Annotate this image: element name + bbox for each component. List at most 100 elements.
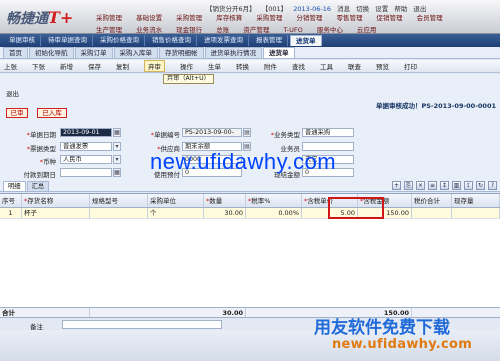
tab-purchase-price[interactable]: 采购价格查询 (95, 35, 145, 46)
new-button[interactable]: 新增 (60, 61, 73, 71)
subtab-init-nav[interactable]: 初始化导航 (29, 47, 74, 58)
subtab-receipt[interactable]: 进货单 (263, 47, 295, 58)
unaudit-button[interactable]: 弃审 (144, 60, 165, 72)
doc-no-lookup-icon[interactable]: ▤ (243, 128, 251, 137)
find-button[interactable]: 查找 (292, 61, 305, 71)
tab-report-manage[interactable]: 报表管理 (251, 35, 288, 46)
calendar-icon[interactable]: ▦ (113, 168, 121, 177)
exit-link[interactable]: 退出 (6, 88, 19, 98)
menu-item[interactable]: 库存核算 (216, 12, 242, 22)
export-icon[interactable]: ⇪ (464, 181, 473, 190)
subtab-receipt-status[interactable]: 进货单执行情况 (204, 47, 262, 58)
watermark-text: new.ufidawhy.com (150, 149, 337, 174)
preview-button[interactable]: 预览 (376, 61, 389, 71)
menu-item[interactable]: 业务流水 (136, 24, 162, 34)
convert-button[interactable]: 转换 (236, 61, 249, 71)
attachment-button[interactable]: 附件 (264, 61, 277, 71)
totals-label: 合计 (0, 308, 90, 317)
menu-item[interactable]: 基础设置 (136, 12, 162, 22)
col-header-qty[interactable]: 数量 (204, 194, 246, 207)
menu-item[interactable]: 生产管理 (96, 24, 122, 34)
doc-date-input[interactable]: 2013-09-01 (60, 128, 112, 137)
cell-item-name[interactable]: 杯子 (22, 208, 90, 218)
tab-detail[interactable]: 明细 (3, 181, 26, 191)
col-header-total[interactable]: 税价合计 (412, 194, 452, 207)
copy-button[interactable]: 复制 (116, 61, 129, 71)
currency-select[interactable]: 人民币 (60, 155, 112, 164)
col-header-item-name[interactable]: 存货名称 (22, 194, 90, 207)
operate-button[interactable]: 操作 (180, 61, 193, 71)
detail-grid: 序号 存货名称 规格型号 采购单位 数量 税率% 含税单价 含税金额 税价合计 … (0, 193, 500, 309)
grid-toolbar: + ⎘ × ≡ ↕ ▥ ⇪ ↻ ? (392, 181, 497, 191)
cell-spec[interactable] (90, 208, 148, 218)
tab-input-invoice[interactable]: 进项发票查询 (199, 35, 249, 46)
tab-summary[interactable]: 汇总 (26, 181, 50, 191)
invoice-type-select[interactable]: 普通发票 (60, 142, 112, 151)
menu-item[interactable]: 促销管理 (377, 12, 403, 22)
menu-item[interactable]: 云应用 (357, 24, 377, 34)
menu-item[interactable]: T-UFO (283, 26, 302, 34)
col-header-spec[interactable]: 规格型号 (90, 194, 148, 207)
save-button[interactable]: 保存 (88, 61, 101, 71)
due-date-label: 付款到期日 (23, 171, 57, 179)
col-header-stock[interactable]: 现存量 (452, 194, 500, 207)
cell-total[interactable] (412, 208, 452, 218)
tab-purchase-receipt[interactable]: 进货单 (290, 35, 322, 46)
chevron-down-icon[interactable]: ▾ (113, 155, 121, 164)
menu-item[interactable]: 总账 (216, 24, 229, 34)
main-tab-bar: 单据审核 待审单据查询 采购价格查询 销售价格查询 进项发票查询 报表管理 进货… (0, 34, 500, 47)
due-date-input[interactable] (60, 168, 112, 177)
link-query-button[interactable]: 联查 (348, 61, 361, 71)
doc-no-input[interactable]: PS-2013-09-00- (182, 128, 242, 137)
chevron-down-icon[interactable]: ▾ (113, 142, 121, 151)
stocked-stamp: 已入库 (37, 108, 67, 118)
menu-item[interactable]: 会员管理 (417, 12, 443, 22)
menu-item[interactable]: 分销管理 (296, 12, 322, 22)
batch-icon[interactable]: ≡ (428, 181, 437, 190)
subtab-purchase-order[interactable]: 采购订单 (74, 47, 113, 58)
totals-qty: 30.00 (204, 308, 246, 317)
menu-item[interactable]: 采购管理 (256, 12, 282, 22)
module-menu-row2: 生产管理 业务流水 现金银行 总账 资产管理 T-UFO 服务中心 云应用 (96, 24, 388, 34)
column-settings-icon[interactable]: ▥ (452, 181, 461, 190)
calendar-icon[interactable]: ▦ (113, 128, 121, 137)
print-button[interactable]: 打印 (404, 61, 417, 71)
subtab-home[interactable]: 首页 (3, 47, 28, 58)
col-header-unit[interactable]: 采购单位 (148, 194, 204, 207)
tab-doc-audit[interactable]: 单据审核 (4, 35, 41, 46)
cell-stock[interactable] (452, 208, 500, 218)
menu-item[interactable]: 现金银行 (176, 24, 202, 34)
memo-input[interactable] (62, 320, 222, 329)
doc-date-label: 单据日期 (10, 129, 56, 139)
insert-row-icon[interactable]: + (392, 181, 401, 190)
sort-icon[interactable]: ↕ (440, 181, 449, 190)
unaudit-tooltip: 弃审（Alt+U） (163, 74, 214, 84)
col-header-tax-rate[interactable]: 税率% (246, 194, 302, 207)
cell-seq: 1 (0, 208, 22, 218)
tab-pending-audit[interactable]: 待审单据查询 (43, 35, 93, 46)
subtab-stock-in[interactable]: 采购入库单 (113, 47, 158, 58)
table-row[interactable]: 1 杯子 个 30.00 0.00% 5.00 150.00 (0, 208, 500, 219)
menu-item[interactable]: 采购管理 (96, 12, 122, 22)
tools-button[interactable]: 工具 (320, 61, 333, 71)
grid-header-row: 序号 存货名称 规格型号 采购单位 数量 税率% 含税单价 含税金额 税价合计 … (0, 194, 500, 208)
tab-sales-price[interactable]: 销售价格查询 (147, 35, 197, 46)
cell-unit[interactable]: 个 (148, 208, 204, 218)
cell-qty[interactable]: 30.00 (204, 208, 246, 218)
copy-row-icon[interactable]: ⎘ (404, 181, 413, 190)
menu-item[interactable]: 资产管理 (243, 24, 269, 34)
toolbar: 上张 下张 新增 保存 复制 弃审 操作 生单 转换 附件 查找 工具 联查 预… (0, 60, 500, 73)
generate-button[interactable]: 生单 (208, 61, 221, 71)
menu-item[interactable]: 零售管理 (336, 12, 362, 22)
refresh-icon[interactable]: ↻ (476, 181, 485, 190)
menu-item[interactable]: 服务中心 (317, 24, 343, 34)
subtab-inventory-ledger[interactable]: 存货明细帐 (159, 47, 204, 58)
delete-row-icon[interactable]: × (416, 181, 425, 190)
biz-type-select[interactable]: 普通采购 (302, 128, 354, 137)
prev-button[interactable]: 上张 (4, 61, 17, 71)
module-menu-row1: 采购管理 基础设置 采购管理 库存核算 采购管理 分销管理 零售管理 促销管理 … (96, 12, 455, 22)
menu-item[interactable]: 采购管理 (176, 12, 202, 22)
next-button[interactable]: 下张 (32, 61, 45, 71)
help-icon[interactable]: ? (488, 181, 497, 190)
cell-tax-rate[interactable]: 0.00% (246, 208, 302, 218)
